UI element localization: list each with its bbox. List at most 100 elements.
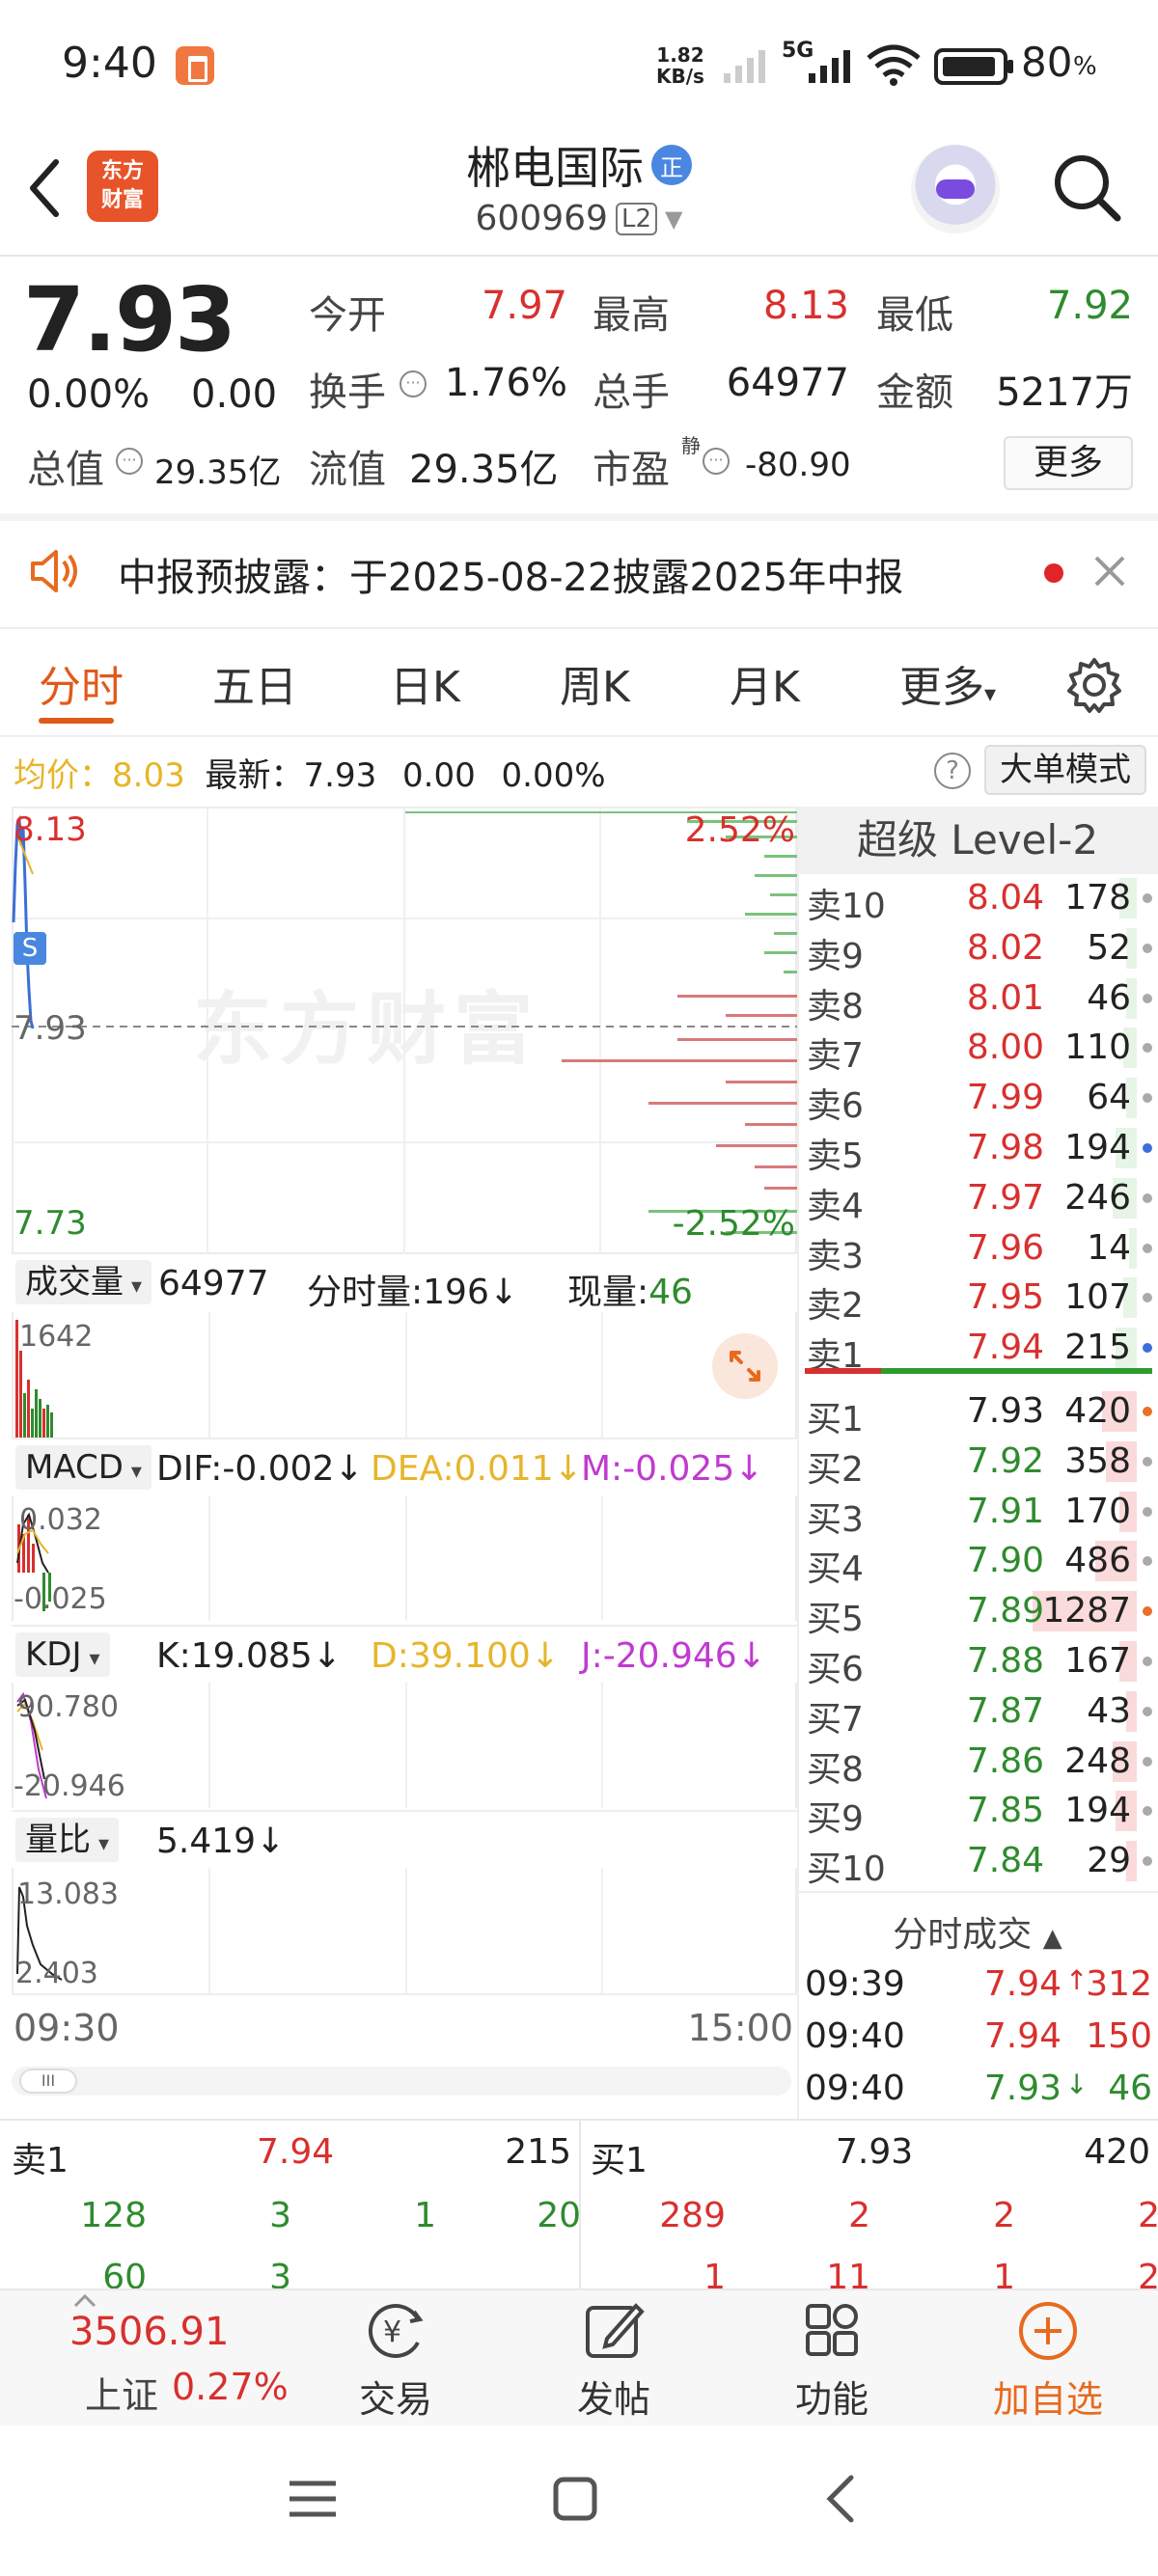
buy-level-4[interactable]: 买4 7.90 486 — [803, 1535, 1152, 1589]
mktcap-info-icon[interactable]: ··· — [116, 448, 143, 475]
buy-level-5[interactable]: 买5 7.89 1287 — [803, 1585, 1152, 1639]
nav-add-watchlist[interactable]: 加自选 — [980, 2298, 1116, 2423]
level2-title[interactable]: 超级 Level-2 — [797, 807, 1158, 874]
kdj-indicator-select[interactable]: KDJ — [15, 1632, 110, 1677]
queue-order: 289 — [659, 2196, 726, 2235]
trades-title[interactable]: 分时成交 ▲ — [797, 1906, 1158, 1957]
buy-level-10[interactable]: 买10 7.84 29 — [803, 1835, 1152, 1889]
tab-intraday[interactable]: 分时 — [39, 652, 124, 714]
nav-trade[interactable]: ¥ 交易 — [328, 2298, 463, 2423]
level-label: 买7 — [807, 1699, 864, 1740]
close-icon[interactable] — [1092, 554, 1127, 589]
network-speed-value: 1.82 — [656, 43, 704, 67]
sell-level-3[interactable]: 卖8 8.01 46 — [803, 973, 1152, 1027]
level-price: 7.85 — [966, 1791, 1044, 1831]
nav-features[interactable]: 功能 — [764, 2298, 899, 2423]
tab-weekly-k[interactable]: 周K — [560, 652, 630, 714]
volume-ratio-axis-min: 2.403 — [15, 1957, 98, 1990]
latest-value: 7.93 — [303, 756, 377, 795]
scroll-handle[interactable]: III — [19, 2069, 77, 2094]
tab-five-day[interactable]: 五日 — [212, 652, 297, 714]
level-label: 卖7 — [807, 1036, 864, 1077]
index-change-pct[interactable]: 0.27% — [172, 2366, 289, 2408]
time-scrollbar[interactable] — [12, 2067, 791, 2096]
buy-level-7[interactable]: 买7 7.87 43 — [803, 1685, 1152, 1740]
settings-gear-icon[interactable] — [1065, 656, 1123, 714]
buy-level-8[interactable]: 买8 7.86 248 — [803, 1736, 1152, 1790]
bottom-sell1-vol: 215 — [505, 2132, 571, 2172]
volume-ratio-axis-max: 13.083 — [17, 1877, 119, 1911]
buy-level-9[interactable]: 买9 7.85 194 — [803, 1785, 1152, 1839]
signal-strong-icon — [809, 50, 850, 83]
chevron-up-icon[interactable] — [73, 2294, 96, 2308]
divider — [12, 1993, 797, 1995]
sell-level-4[interactable]: 卖7 8.00 110 — [803, 1022, 1152, 1076]
buy-level-3[interactable]: 买3 7.91 170 — [803, 1486, 1152, 1540]
big-order-mode-button[interactable]: 大单模式 — [984, 745, 1146, 795]
dropdown-arrow-icon: ▾ — [984, 680, 997, 707]
down-arrow: ↓ — [530, 1636, 560, 1676]
order-dot — [1143, 1706, 1152, 1716]
level-volume: 420 — [1064, 1391, 1131, 1431]
nav-post[interactable]: 发帖 — [546, 2298, 681, 2423]
ai-assistant-avatar[interactable] — [911, 145, 1000, 233]
volume-ratio-select[interactable]: 量比 — [15, 1818, 120, 1862]
sell-level-5[interactable]: 卖6 7.99 64 — [803, 1072, 1152, 1126]
level-volume: 46 — [1087, 977, 1131, 1018]
index-name[interactable]: 上证 — [85, 2366, 158, 2419]
kdj-axis-max: 90.780 — [17, 1690, 119, 1724]
sell-level-6[interactable]: 卖5 7.98 194 — [803, 1122, 1152, 1176]
sell-level-9[interactable]: 卖2 7.95 107 — [803, 1272, 1152, 1326]
low-value: 7.92 — [1046, 284, 1133, 328]
avg-price-value: 8.03 — [112, 756, 185, 795]
volume-total: 64977 — [158, 1264, 269, 1303]
level-volume: 248 — [1064, 1740, 1131, 1781]
trade-direction-arrow: ↑ — [1065, 1964, 1089, 1996]
sell-signal-marker[interactable]: S — [14, 932, 46, 965]
volume-indicator-select[interactable]: 成交量 — [15, 1260, 152, 1304]
level-volume: 170 — [1064, 1491, 1131, 1531]
bottom-sell1-price: 7.94 — [257, 2132, 335, 2172]
level-price: 7.86 — [966, 1740, 1044, 1781]
status-bar: 9:40 1.82 KB/s 5G 80 % — [0, 0, 1158, 135]
search-icon[interactable] — [1050, 151, 1123, 224]
unread-dot — [1044, 563, 1063, 583]
trades-title-label: 分时成交 — [893, 1915, 1033, 1955]
level-volume: 52 — [1087, 927, 1131, 968]
index-value[interactable]: 3506.91 — [69, 2310, 229, 2354]
home-icon[interactable] — [552, 2476, 598, 2522]
pe-info-icon[interactable]: ··· — [703, 448, 730, 475]
features-grid-icon — [806, 2304, 858, 2356]
trade-volume: 312 — [1086, 1964, 1152, 2004]
intraday-info-line: 均价：8.03 最新：7.93 0.00 0.00% — [14, 749, 606, 796]
tab-daily-k[interactable]: 日K — [390, 652, 460, 714]
trade-volume: 46 — [1108, 2069, 1152, 2108]
trade-time: 09:40 — [805, 2016, 905, 2056]
sell-level-10[interactable]: 卖1 7.94 215 — [803, 1322, 1152, 1376]
buy-level-2[interactable]: 买2 7.92 358 — [803, 1436, 1152, 1490]
level-price: 8.04 — [966, 878, 1044, 918]
sell-level-1[interactable]: 卖10 8.04 178 — [803, 872, 1152, 926]
more-quote-button[interactable]: 更多 — [1004, 436, 1133, 490]
expand-icon[interactable] — [710, 1331, 780, 1401]
level-price: 8.02 — [966, 927, 1044, 968]
sell-level-7[interactable]: 卖4 7.97 246 — [803, 1172, 1152, 1226]
sell-level-8[interactable]: 卖3 7.96 14 — [803, 1222, 1152, 1276]
volume-ratio-row: 量比 5.419↓ — [12, 1810, 797, 1868]
down-arrow: ↓ — [312, 1636, 342, 1676]
active-tab-indicator — [39, 718, 114, 724]
menu-icon[interactable] — [286, 2478, 340, 2520]
price-chart-svg — [12, 807, 797, 1254]
buy-level-6[interactable]: 买6 7.88 167 — [803, 1635, 1152, 1689]
order-dot — [1143, 1556, 1152, 1567]
tab-monthly-k[interactable]: 月K — [730, 652, 800, 714]
tab-more[interactable]: 更多▾ — [899, 652, 996, 714]
order-dot — [1143, 1043, 1152, 1054]
signal-weak-icon — [724, 50, 765, 83]
back-nav-icon[interactable] — [822, 2474, 857, 2524]
buy-level-1[interactable]: 买1 7.93 420 — [803, 1385, 1152, 1439]
macd-indicator-select[interactable]: MACD — [15, 1445, 152, 1490]
sell-level-2[interactable]: 卖9 8.02 52 — [803, 922, 1152, 976]
help-icon[interactable]: ? — [934, 753, 971, 789]
turnover-info-icon[interactable]: ··· — [400, 370, 427, 397]
